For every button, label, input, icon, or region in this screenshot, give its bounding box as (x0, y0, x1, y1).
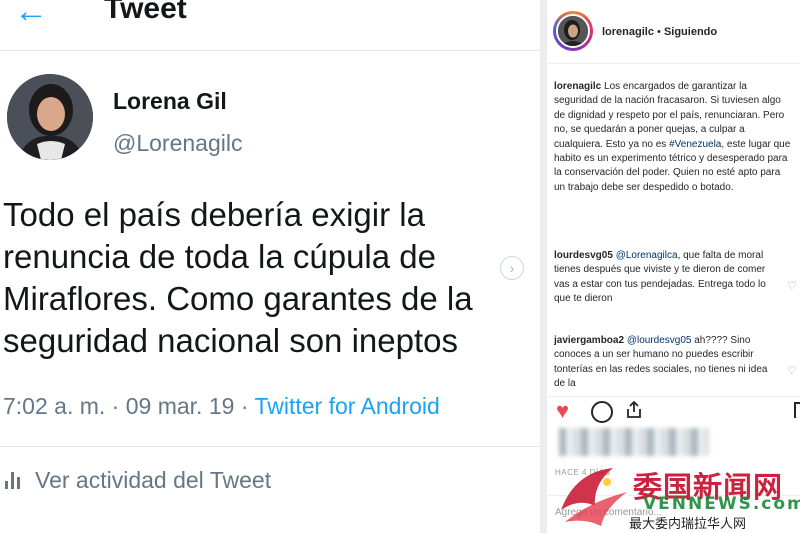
header-divider (0, 50, 540, 51)
tweet-text: Todo el país debería exigir la renuncia … (3, 196, 473, 359)
caption-username[interactable]: lorenagilc (554, 81, 601, 92)
tweet-panel: ← Tweet Lorena Gil @Lorenagilc Todo el p… (0, 0, 540, 533)
panel-divider (540, 0, 547, 533)
tweet-client-link[interactable]: Twitter for Android (254, 393, 439, 419)
comment-username[interactable]: javiergamboa2 (554, 335, 624, 346)
watermark-tagline: 最大委内瑞拉华人网 (629, 517, 747, 532)
comment: javiergamboa2 @lourdesvg05 ah???? Sino c… (554, 334, 776, 396)
avatar[interactable] (556, 14, 590, 48)
following-button[interactable]: Siguiendo (664, 26, 717, 38)
comment-icon[interactable] (591, 401, 613, 423)
meta-separator: · (240, 393, 255, 419)
post-caption: lorenagilc Los encargados de garantizar … (554, 80, 792, 195)
header-separator: • (653, 26, 664, 38)
actions-divider (547, 396, 800, 397)
view-activity-button[interactable]: Ver actividad del Tweet (5, 467, 271, 494)
tweet-date: 09 mar. 19 (125, 393, 235, 419)
back-arrow-icon[interactable]: ← (14, 0, 48, 28)
comment-mention[interactable]: @Lorenagilca (616, 250, 678, 261)
view-activity-label: Ver actividad del Tweet (35, 467, 272, 493)
heart-icon[interactable]: ♥ (556, 398, 569, 424)
share-icon[interactable]: › (500, 256, 524, 280)
heart-icon[interactable]: ♡ (787, 279, 797, 292)
watermark-latin-text: VENNEWS.com (643, 494, 800, 514)
author-name[interactable]: Lorena Gil (113, 88, 227, 115)
activity-bars-icon (5, 471, 23, 489)
meta-separator: · (111, 393, 126, 419)
header-divider (547, 63, 800, 64)
tweet-time: 7:02 a. m. (3, 393, 106, 419)
watermark: 委国新闻网 VENNEWS.com 最大委内瑞拉华人网 (555, 462, 800, 533)
hashtag-link[interactable]: #Venezuela (669, 139, 721, 150)
watermark-logo (561, 468, 627, 526)
comment-mention[interactable]: @lourdesvg05 (627, 335, 692, 346)
header-username[interactable]: lorenagilc • Siguiendo (602, 26, 717, 38)
comment-username[interactable]: lourdesvg05 (554, 250, 613, 261)
likes-blurred (559, 428, 709, 456)
tweet-meta: 7:02 a. m. · 09 mar. 19 · Twitter for An… (3, 393, 440, 420)
page-title: Tweet (104, 0, 187, 25)
instagram-panel: lorenagilc • Siguiendo lorenagilc Los en… (547, 0, 800, 533)
avatar[interactable] (7, 74, 93, 160)
author-handle[interactable]: @Lorenagilc (113, 130, 242, 157)
username-label[interactable]: lorenagilc (602, 26, 654, 38)
comment: lourdesvg05 @Lorenagilca, que falta de m… (554, 249, 776, 307)
bookmark-icon[interactable] (794, 402, 800, 418)
share-icon[interactable] (625, 401, 643, 419)
meta-divider (0, 446, 540, 447)
heart-icon[interactable]: ♡ (787, 364, 797, 377)
